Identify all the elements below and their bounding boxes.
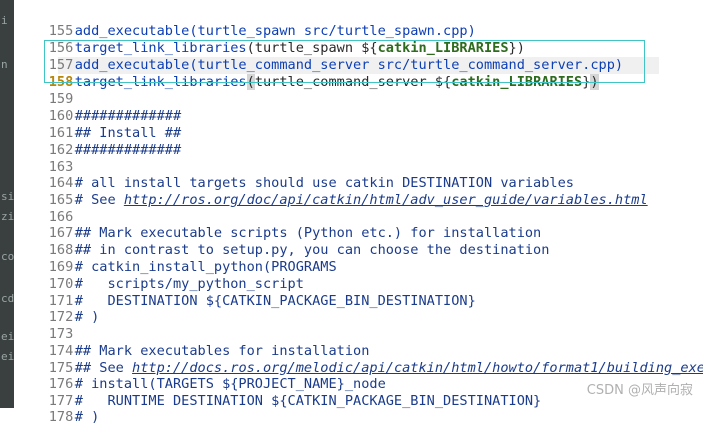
code-line[interactable]: 155add_executable(turtle_spawn src/turtl…	[14, 6, 703, 39]
sidebar-fragment: si	[1, 190, 15, 203]
code-line[interactable]: 167## Mark executable scripts (Python et…	[14, 208, 703, 241]
code-line[interactable]: 173	[14, 309, 703, 342]
code-line[interactable]: 159	[14, 74, 703, 107]
code-line[interactable]: 156target_link_libraries(turtle_spawn ${…	[14, 23, 703, 56]
code-line[interactable]: 170# scripts/my_python_script	[14, 259, 703, 292]
sidebar-fragment: co	[1, 250, 15, 263]
code-line[interactable]: 169# catkin_install_python(PROGRAMS	[14, 242, 703, 275]
code-line[interactable]: 174## Mark executables for installation	[14, 326, 703, 359]
sidebar-fragment: ei	[1, 350, 15, 363]
code-line[interactable]: 171# DESTINATION ${CATKIN_PACKAGE_BIN_DE…	[14, 276, 703, 309]
code-line[interactable]: 176# install(TARGETS ${PROJECT_NAME}_nod…	[14, 359, 703, 392]
code-line[interactable]: 157add_executable(turtle_command_server …	[14, 40, 703, 73]
code-line[interactable]: 175## See http://docs.ros.org/melodic/ap…	[14, 343, 703, 376]
left-panel-strip: i n si zi co cd ei ei	[0, 0, 14, 408]
code-line-current[interactable]: 158target_link_libraries(turtle_command_…	[14, 57, 703, 90]
code-line[interactable]: 168## in contrast to setup.py, you can c…	[14, 225, 703, 258]
code-line[interactable]: 162#############	[14, 125, 703, 158]
code-line[interactable]: 165# See http://ros.org/doc/api/catkin/h…	[14, 175, 703, 208]
code-line[interactable]: 163	[14, 142, 703, 175]
sidebar-fragment: i	[1, 14, 8, 27]
code-line[interactable]: 166	[14, 192, 703, 225]
sidebar-fragment: cd	[1, 292, 15, 305]
code-editor[interactable]: 155add_executable(turtle_spawn src/turtl…	[14, 0, 703, 425]
line-number: 178	[48, 409, 74, 425]
code-line[interactable]: 160#############	[14, 91, 703, 124]
watermark: CSDN @风声向寂	[586, 383, 693, 398]
code-line[interactable]: 161## Install ##	[14, 108, 703, 141]
sidebar-fragment: n	[1, 58, 8, 71]
sidebar-fragment: ei	[1, 330, 15, 343]
sidebar-fragment: zi	[1, 210, 15, 223]
code-line[interactable]: 164# all install targets should use catk…	[14, 158, 703, 191]
code-line[interactable]: 172# )	[14, 292, 703, 325]
code-comment: # )	[74, 409, 100, 425]
